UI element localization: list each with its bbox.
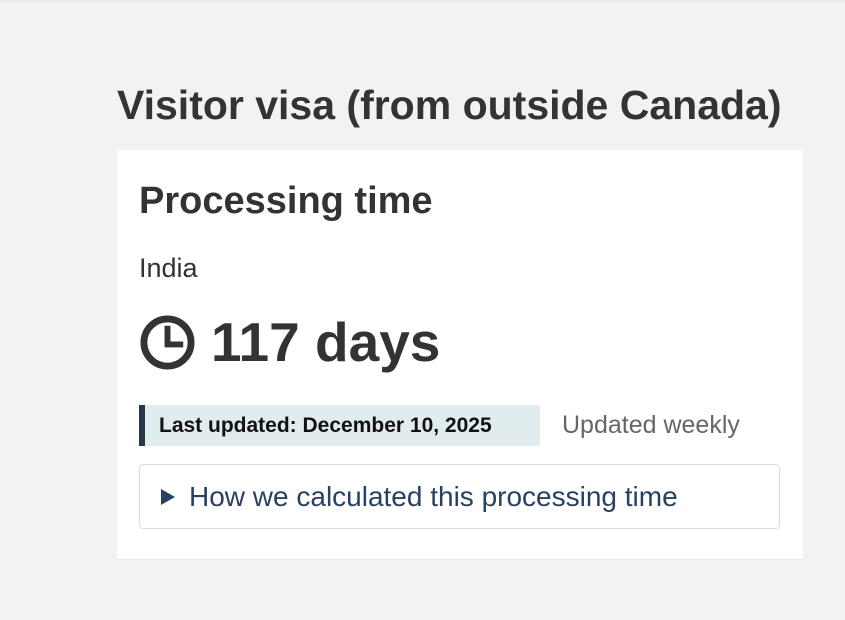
clock-icon — [140, 314, 195, 370]
duration-value: 117 days — [211, 311, 441, 373]
top-border — [0, 0, 845, 2]
calculation-details-toggle[interactable]: How we calculated this processing time — [139, 464, 780, 529]
card-title: Processing time — [139, 180, 433, 222]
processing-time-card: Processing time India 117 days Last upda… — [117, 150, 803, 559]
calculation-details-label: How we calculated this processing time — [189, 480, 678, 512]
triangle-right-icon — [161, 488, 175, 505]
processing-duration: 117 days — [139, 310, 440, 374]
country-label: India — [139, 253, 198, 283]
last-updated-badge: Last updated: December 10, 2025 — [139, 405, 540, 446]
page-title: Visitor visa (from outside Canada) — [117, 82, 782, 128]
update-frequency: Updated weekly — [562, 411, 740, 439]
